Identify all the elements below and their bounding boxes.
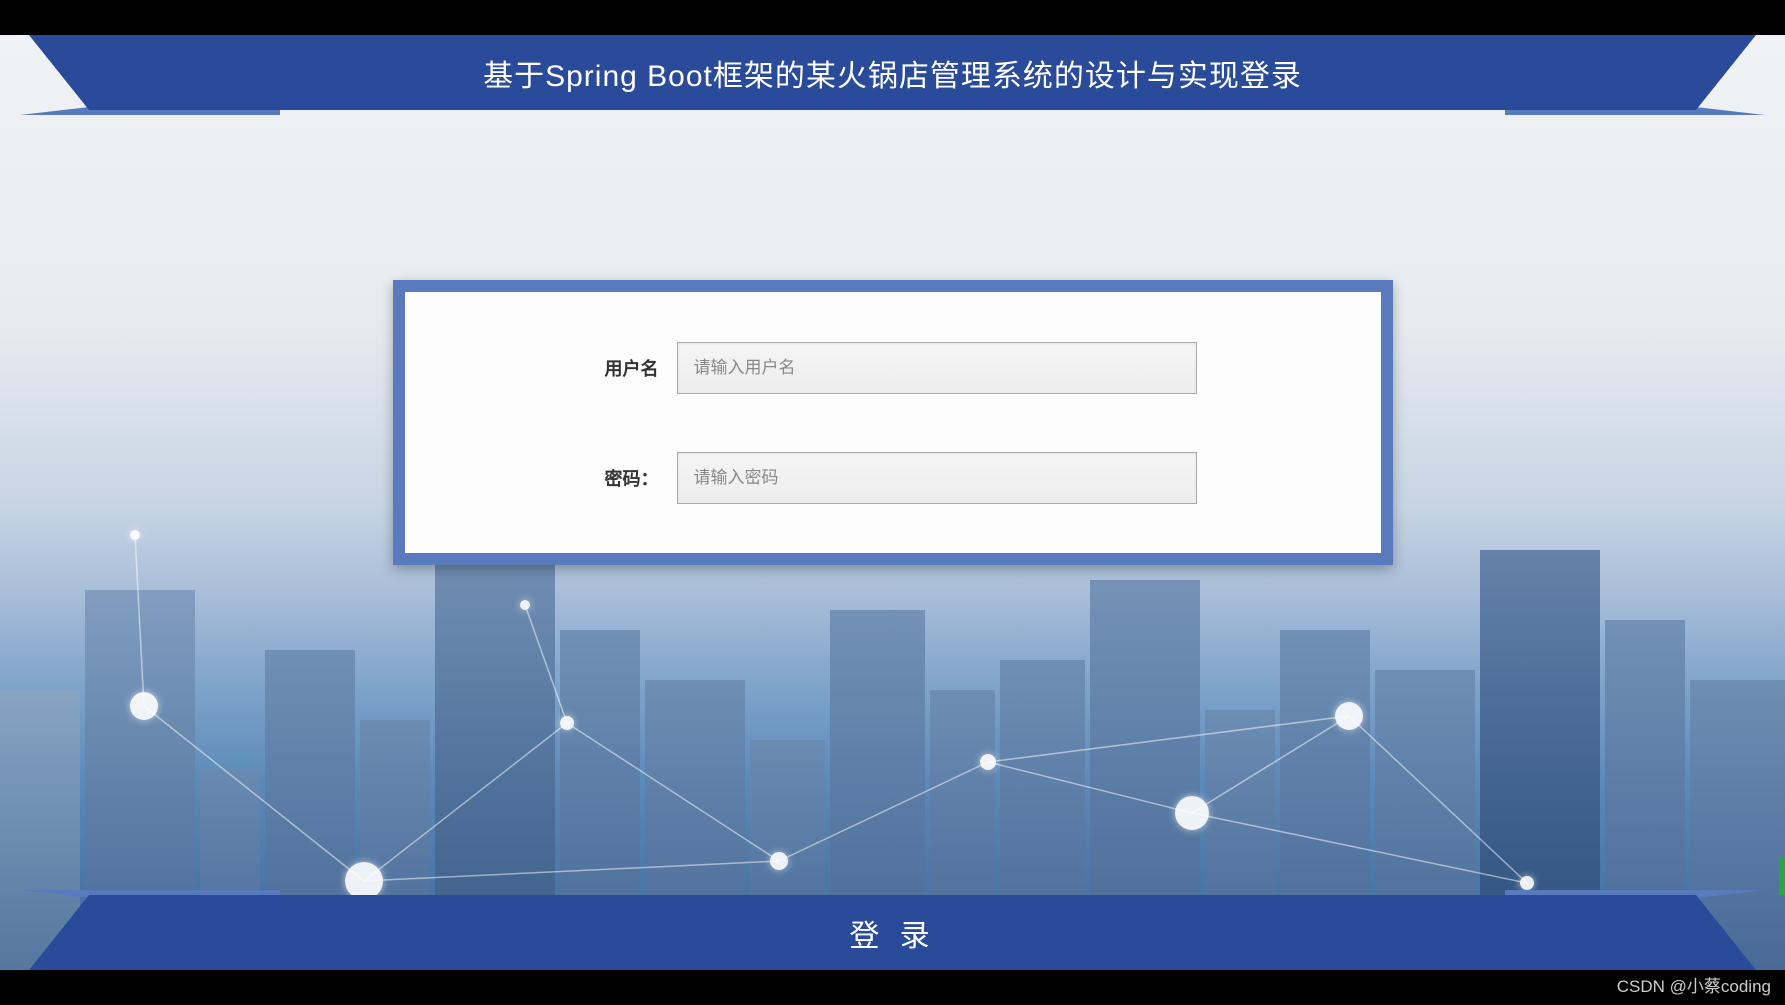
- scroll-indicator: [1779, 857, 1785, 895]
- login-page: 基于Spring Boot框架的某火锅店管理系统的设计与实现登录 用户名 密码：…: [0, 35, 1785, 970]
- username-row: 用户名: [589, 342, 1197, 394]
- login-button[interactable]: 登 录: [89, 895, 1696, 970]
- header-banner: 基于Spring Boot框架的某火锅店管理系统的设计与实现登录: [0, 35, 1785, 110]
- page-title: 基于Spring Boot框架的某火锅店管理系统的设计与实现登录: [483, 51, 1302, 95]
- login-button-label: 登 录: [849, 911, 935, 955]
- watermark: CSDN @小蔡coding: [1617, 972, 1771, 997]
- footer-banner: 登 录: [0, 895, 1785, 970]
- username-label: 用户名: [589, 355, 659, 381]
- password-row: 密码：: [589, 452, 1197, 504]
- username-input[interactable]: [677, 342, 1197, 394]
- login-form: 用户名 密码：: [393, 280, 1393, 565]
- password-label: 密码：: [589, 465, 659, 491]
- password-input[interactable]: [677, 452, 1197, 504]
